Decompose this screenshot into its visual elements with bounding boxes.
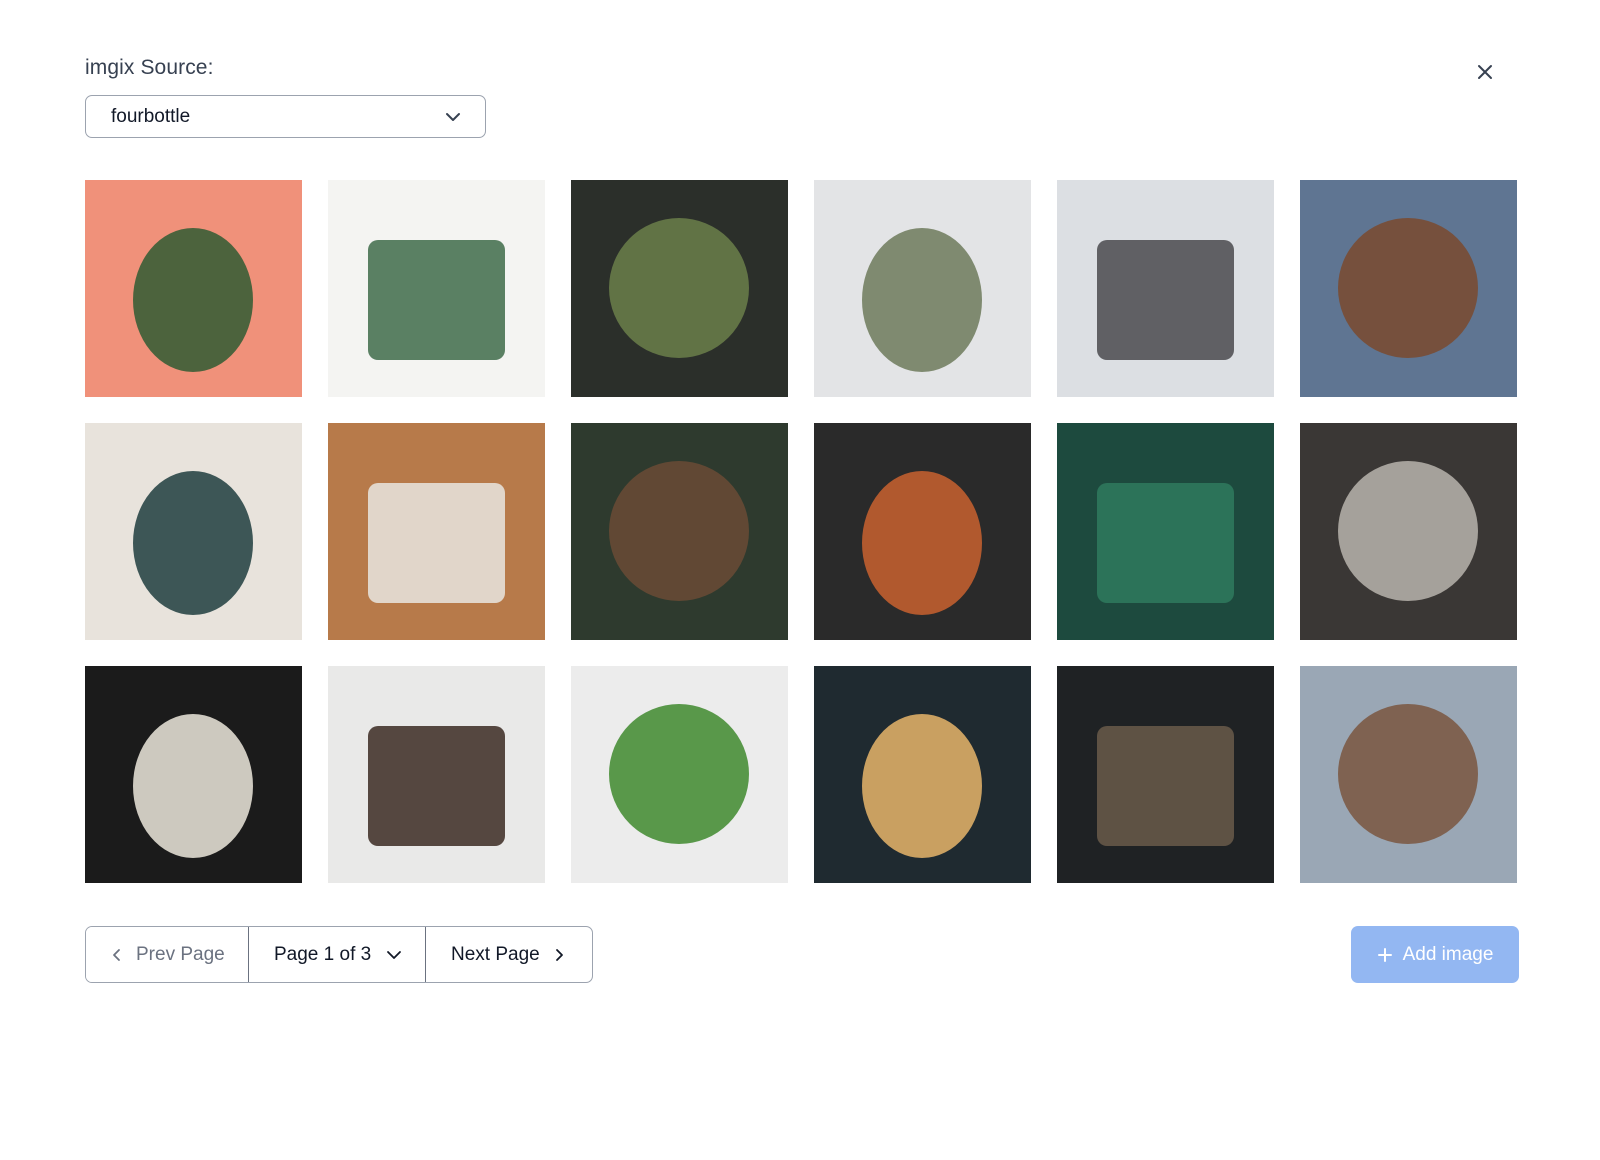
image-pink-succulent[interactable] — [85, 180, 302, 397]
image-pour-over-photo — [1300, 180, 1517, 397]
pagination: Prev Page Page 1 of 3 Next Page — [85, 926, 593, 983]
image-cafe-window-woman-photo — [571, 180, 788, 397]
image-grid — [85, 180, 1517, 883]
image-chalk-menu-photo — [85, 666, 302, 883]
prev-page-button[interactable]: Prev Page — [86, 927, 249, 982]
image-cafe-window-woman[interactable] — [571, 180, 788, 397]
image-woman-coffee-photo — [1057, 180, 1274, 397]
image-coffee-shelves-photo — [328, 423, 545, 640]
chevron-left-icon — [113, 948, 120, 961]
image-potted-plant[interactable] — [571, 666, 788, 883]
image-pendant-lights-photo — [814, 666, 1031, 883]
image-aloe-pot-photo — [328, 180, 545, 397]
image-latte-table-photo — [1057, 666, 1274, 883]
image-office-cafe-photo — [814, 423, 1031, 640]
image-man-reading-photo — [1300, 423, 1517, 640]
image-pour-over[interactable] — [1300, 180, 1517, 397]
image-latte-table[interactable] — [1057, 666, 1274, 883]
add-image-button[interactable]: Add image — [1351, 926, 1519, 983]
image-pink-succulent-photo — [85, 180, 302, 397]
image-record-player-photo — [85, 423, 302, 640]
image-clay-teapot-photo — [571, 423, 788, 640]
image-picker-modal: imgix Source: fourbottle Prev Page Page … — [0, 0, 1600, 1160]
source-select[interactable]: fourbottle — [85, 95, 486, 138]
close-icon — [1478, 65, 1492, 79]
image-coffee-shelves[interactable] — [328, 423, 545, 640]
image-glass-cup-photo — [328, 666, 545, 883]
add-image-label: Add image — [1402, 943, 1494, 965]
image-man-mug-photo — [1300, 666, 1517, 883]
source-label: imgix Source: — [85, 56, 214, 79]
image-potted-plant-photo — [571, 666, 788, 883]
next-page-label: Next Page — [451, 943, 540, 965]
image-office-cafe[interactable] — [814, 423, 1031, 640]
image-glass-cup[interactable] — [328, 666, 545, 883]
image-plant-shelves[interactable] — [814, 180, 1031, 397]
image-woman-coffee[interactable] — [1057, 180, 1274, 397]
image-man-mug[interactable] — [1300, 666, 1517, 883]
image-chalk-menu[interactable] — [85, 666, 302, 883]
plus-icon — [1377, 947, 1392, 962]
source-select-value: fourbottle — [111, 105, 191, 127]
image-man-reading[interactable] — [1300, 423, 1517, 640]
image-plant-shelves-photo — [814, 180, 1031, 397]
chevron-down-icon — [387, 950, 402, 959]
page-select[interactable]: Page 1 of 3 — [249, 927, 426, 982]
image-aloe-pot[interactable] — [328, 180, 545, 397]
chevron-down-icon — [446, 113, 460, 121]
close-button[interactable] — [1473, 60, 1497, 84]
next-page-button[interactable]: Next Page — [426, 927, 592, 982]
image-striped-leaves-photo — [1057, 423, 1274, 640]
image-striped-leaves[interactable] — [1057, 423, 1274, 640]
image-clay-teapot[interactable] — [571, 423, 788, 640]
image-record-player[interactable] — [85, 423, 302, 640]
prev-page-label: Prev Page — [136, 943, 225, 965]
image-pendant-lights[interactable] — [814, 666, 1031, 883]
page-select-label: Page 1 of 3 — [274, 943, 372, 965]
chevron-right-icon — [555, 948, 563, 961]
